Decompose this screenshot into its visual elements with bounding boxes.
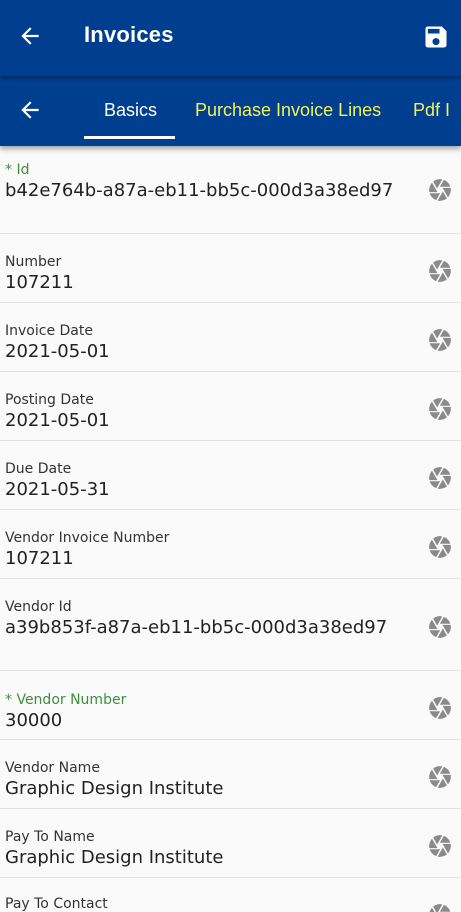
camera-shutter-icon[interactable] <box>427 327 453 353</box>
save-button[interactable] <box>419 20 453 54</box>
field-label: Number <box>5 254 62 270</box>
field-label: Pay To Contact <box>5 896 108 912</box>
field-value: b42e764b-a87a-eb11-bb5c-000d3a38ed97 <box>5 180 394 201</box>
field-due-date[interactable]: Due Date 2021-05-31 <box>0 441 461 510</box>
camera-shutter-icon[interactable] <box>427 534 453 560</box>
back-button[interactable] <box>14 20 46 52</box>
active-tab-indicator <box>84 136 175 139</box>
tab-bar: Basics Purchase Invoice Lines Pdf I <box>0 76 461 146</box>
camera-shutter-icon[interactable] <box>427 833 453 859</box>
field-value: 2021-05-01 <box>5 341 110 362</box>
camera-shutter-icon[interactable] <box>427 258 453 284</box>
field-label: Pay To Name <box>5 829 95 845</box>
field-label: Posting Date <box>5 392 94 408</box>
tab-pdf[interactable]: Pdf I <box>413 100 450 121</box>
app-bar: Invoices <box>0 0 461 76</box>
field-invoice-date[interactable]: Invoice Date 2021-05-01 <box>0 303 461 372</box>
field-number[interactable]: Number 107211 <box>0 234 461 303</box>
field-value: Graphic Design Institute <box>5 847 224 868</box>
camera-shutter-icon[interactable] <box>427 396 453 422</box>
field-value: Graphic Design Institute <box>5 778 224 799</box>
field-pay-to-contact[interactable]: Pay To Contact <box>0 878 461 912</box>
field-value: 2021-05-01 <box>5 410 110 431</box>
field-id[interactable]: * Id b42e764b-a87a-eb11-bb5c-000d3a38ed9… <box>0 146 461 234</box>
tab-purchase-invoice-lines[interactable]: Purchase Invoice Lines <box>195 100 381 121</box>
field-label: Due Date <box>5 461 72 477</box>
camera-shutter-icon[interactable] <box>427 764 453 790</box>
field-vendor-number[interactable]: * Vendor Number 30000 <box>0 671 461 740</box>
field-value: 2021-05-31 <box>5 479 110 500</box>
app-root: Invoices Basics Purchase Invoice Lines P… <box>0 0 461 912</box>
tab-back-button[interactable] <box>14 94 46 126</box>
arrow-left-icon <box>21 101 39 119</box>
field-value: 107211 <box>5 272 74 293</box>
field-value: 30000 <box>5 710 63 731</box>
field-list: * Id b42e764b-a87a-eb11-bb5c-000d3a38ed9… <box>0 146 461 912</box>
camera-shutter-icon[interactable] <box>427 614 453 640</box>
field-vendor-id[interactable]: Vendor Id a39b853f-a87a-eb11-bb5c-000d3a… <box>0 579 461 671</box>
field-label: Vendor Name <box>5 760 100 776</box>
field-label: Invoice Date <box>5 323 93 339</box>
field-label: * Id <box>5 162 30 178</box>
field-value: a39b853f-a87a-eb11-bb5c-000d3a38ed97 <box>5 617 388 638</box>
field-label: * Vendor Number <box>5 692 127 708</box>
tab-basics[interactable]: Basics <box>104 100 157 121</box>
field-label: Vendor Id <box>5 599 72 615</box>
arrow-left-icon <box>21 27 39 45</box>
field-vendor-name[interactable]: Vendor Name Graphic Design Institute <box>0 740 461 809</box>
camera-shutter-icon[interactable] <box>427 695 453 721</box>
field-vendor-invoice-number[interactable]: Vendor Invoice Number 107211 <box>0 510 461 579</box>
camera-shutter-icon[interactable] <box>427 902 453 912</box>
field-pay-to-name[interactable]: Pay To Name Graphic Design Institute <box>0 809 461 878</box>
page-title: Invoices <box>84 22 174 47</box>
field-posting-date[interactable]: Posting Date 2021-05-01 <box>0 372 461 441</box>
camera-shutter-icon[interactable] <box>427 465 453 491</box>
field-value: 107211 <box>5 548 74 569</box>
save-icon <box>425 26 447 48</box>
field-label: Vendor Invoice Number <box>5 530 170 546</box>
camera-shutter-icon[interactable] <box>427 177 453 203</box>
